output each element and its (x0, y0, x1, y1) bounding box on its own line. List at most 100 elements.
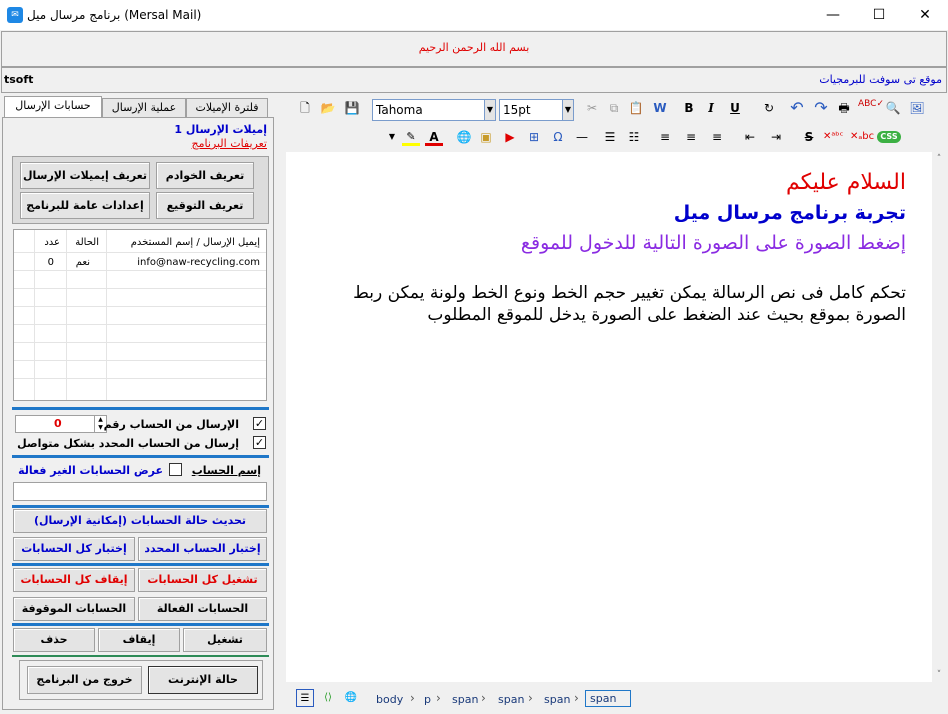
chevron-down-icon[interactable]: ▼ (484, 100, 495, 120)
active-accounts-button[interactable]: الحسابات الفعالة (138, 597, 267, 621)
align-center-icon[interactable]: ≡ (682, 128, 700, 146)
save-icon[interactable]: 💾 (343, 99, 361, 117)
stopped-accounts-button[interactable]: الحسابات الموقوفة (13, 597, 135, 621)
remove-format-icon[interactable]: ✕ᵃᵇᶜ (823, 128, 843, 146)
undo-icon[interactable]: ↶ (788, 99, 806, 117)
special-char-icon[interactable]: Ω (549, 128, 567, 146)
code-view-icon[interactable]: ⟨⟩ (319, 689, 337, 707)
send-continuous-checkbox[interactable]: ✓ (253, 436, 266, 449)
redo-icon[interactable]: ↷ (812, 99, 830, 117)
define-send-emails-button[interactable]: تعريف إيميلات الإرسال (20, 162, 150, 189)
find-icon[interactable]: 🔍 (884, 99, 902, 117)
font-family-select[interactable]: Tahoma ▼ (372, 99, 496, 121)
stop-all-button[interactable]: إيقاف كل الحسابات (13, 568, 135, 592)
column-header-status[interactable]: الحالة (75, 237, 99, 248)
maximize-button[interactable]: ☐ (856, 0, 902, 30)
stop-button[interactable]: إيقاف (98, 628, 180, 652)
chevron-up-icon[interactable]: ˄ (932, 154, 946, 164)
flash-icon[interactable]: ▣ (477, 128, 495, 146)
spellcheck-icon[interactable]: ABC✓ (858, 99, 884, 117)
ordered-list-icon[interactable]: ☰ (601, 128, 619, 146)
define-servers-button[interactable]: تعريف الخوادم (156, 162, 254, 189)
tab-send-process[interactable]: عملية الإرسال (102, 98, 186, 118)
send-emails-link[interactable]: إميلات الإرسال 1 (174, 123, 267, 136)
outdent-icon[interactable]: ⇤ (741, 128, 759, 146)
table-row-count[interactable]: 0 (48, 257, 54, 268)
account-number-input[interactable]: 0 ▲ ▼ (15, 415, 107, 433)
table-icon[interactable]: ⊞ (525, 128, 543, 146)
editor-content[interactable]: السلام عليكم تجربة برنامج مرسال ميل إضغط… (286, 152, 932, 682)
grid-divider (66, 230, 67, 400)
grid-divider (14, 270, 266, 271)
close-button[interactable]: ✕ (902, 0, 948, 30)
grid-divider (14, 252, 266, 253)
internet-status-button[interactable]: حالة الإنترنت (148, 666, 258, 694)
test-all-button[interactable]: إختبار كل الحسابات (13, 537, 135, 561)
design-view-icon[interactable]: ☰ (296, 689, 314, 707)
editor-scrollbar[interactable]: ˄ ˅ (932, 152, 946, 682)
css-icon[interactable]: CSS (877, 131, 901, 143)
subscript-icon[interactable]: ✕ₐbc (850, 128, 874, 146)
video-icon[interactable]: ▶ (501, 128, 519, 146)
minimize-button[interactable]: — (810, 0, 856, 30)
breadcrumb-span-active[interactable]: span (585, 690, 632, 707)
tab-content: إميلات الإرسال 1 تعريفات البرنامج تعريف … (2, 117, 274, 710)
test-selected-button[interactable]: إختبار الحساب المحدد (138, 537, 267, 561)
breadcrumb-body[interactable]: body (376, 693, 403, 706)
indent-icon[interactable]: ⇥ (767, 128, 785, 146)
show-inactive-checkbox[interactable] (169, 463, 182, 476)
tab-email-filter[interactable]: فلترة الإميلات (186, 98, 268, 118)
table-row-status[interactable]: نعم (76, 257, 90, 268)
send-from-account-checkbox[interactable]: ✓ (253, 417, 266, 430)
update-status-button[interactable]: تحديث حالة الحسابات (إمكانية الإرسال) (13, 509, 267, 533)
account-name-input[interactable] (13, 482, 267, 501)
align-right-icon[interactable]: ≡ (708, 128, 726, 146)
horizontal-rule-icon[interactable]: — (573, 128, 591, 146)
cut-icon[interactable]: ✂ (583, 99, 601, 117)
breadcrumb-span[interactable]: span (498, 693, 524, 706)
new-document-icon[interactable]: 🗋 (296, 99, 314, 117)
chevron-right-icon: › (436, 691, 441, 705)
copy-icon[interactable]: ⧉ (605, 99, 623, 117)
print-icon[interactable]: 🖶 (835, 99, 853, 117)
bold-icon[interactable]: B (680, 99, 698, 117)
open-folder-icon[interactable]: 📂 (319, 99, 337, 117)
paste-icon[interactable]: 📋 (627, 99, 645, 117)
underline-icon[interactable]: U (726, 99, 744, 117)
font-color-icon[interactable]: A (425, 128, 443, 146)
exit-button[interactable]: خروج من البرنامج (27, 666, 142, 694)
italic-icon[interactable]: I (702, 99, 720, 117)
program-definitions-link[interactable]: تعريفات البرنامج (192, 137, 267, 150)
breadcrumb-span[interactable]: span (544, 693, 570, 706)
breadcrumb-span[interactable]: span (452, 693, 478, 706)
delete-button[interactable]: حذف (13, 628, 95, 652)
align-left-icon[interactable]: ≡ (656, 128, 674, 146)
link-icon[interactable]: 🌐 (455, 128, 473, 146)
tab-send-accounts[interactable]: حسابات الإرسال (4, 96, 102, 118)
image-icon[interactable]: 🖼 (908, 99, 926, 117)
breadcrumb-p[interactable]: p (424, 693, 431, 706)
chevron-down-icon[interactable]: ▼ (383, 128, 401, 146)
preview-icon[interactable]: 🌐 (342, 689, 360, 707)
font-size-select[interactable]: 15pt ▼ (499, 99, 574, 121)
strikethrough-icon[interactable]: S (800, 128, 818, 146)
run-button[interactable]: تشغيل (183, 628, 267, 652)
title-bar: ✉ برنامج مرسال ميل (Mersal Mail) — ☐ ✕ (0, 0, 948, 30)
website-link[interactable]: موقع تى سوفت للبرمجيات (819, 73, 942, 86)
chevron-down-icon[interactable]: ▼ (562, 100, 573, 120)
general-settings-button[interactable]: إعدادات عامة للبرنامج (20, 192, 150, 219)
refresh-icon[interactable]: ↻ (760, 99, 778, 117)
chevron-right-icon: › (574, 691, 579, 705)
highlight-color-icon[interactable]: ✎ (402, 128, 420, 146)
table-row-email[interactable]: info@naw-recycling.com (137, 257, 260, 268)
paste-word-icon[interactable]: W (651, 99, 669, 117)
run-all-button[interactable]: تشغيل كل الحسابات (138, 568, 267, 592)
accounts-table[interactable]: إيميل الإرسال / إسم المستخدم الحالة عدد … (13, 229, 267, 401)
column-header-email[interactable]: إيميل الإرسال / إسم المستخدم (131, 237, 260, 248)
define-signature-button[interactable]: تعريف التوقيع (156, 192, 254, 219)
toolbar-row-2: ▼ ✎ A 🌐 ▣ ▶ ⊞ Ω — ☰ ☷ ≡ ≡ ≡ ⇤ ⇥ S ✕ᵃᵇᶜ ✕… (286, 125, 946, 151)
column-header-count[interactable]: عدد (44, 237, 60, 248)
chevron-down-icon[interactable]: ˅ (932, 670, 946, 680)
unordered-list-icon[interactable]: ☷ (625, 128, 643, 146)
tsoft-label: tsoft (4, 73, 34, 86)
